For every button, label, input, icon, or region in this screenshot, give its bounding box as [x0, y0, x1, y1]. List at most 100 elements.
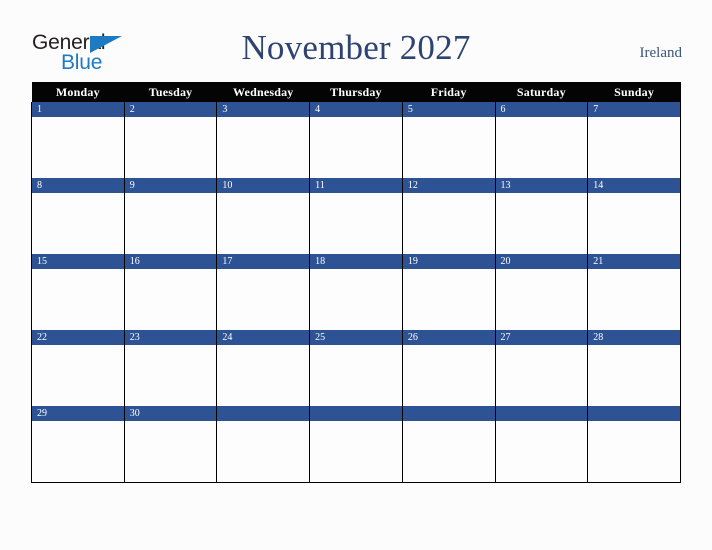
day-cell-body[interactable]	[403, 345, 495, 406]
day-cell[interactable]: 23	[123, 330, 218, 406]
day-cell-body[interactable]	[125, 193, 217, 254]
day-cell-empty	[494, 406, 589, 483]
day-number: 14	[588, 178, 680, 193]
weekday-header-row: Monday Tuesday Wednesday Thursday Friday…	[31, 82, 681, 102]
day-cell[interactable]: 13	[494, 178, 589, 254]
day-cell-body[interactable]	[588, 117, 680, 178]
day-number: 2	[124, 102, 217, 117]
day-cell[interactable]: 20	[494, 254, 589, 330]
day-cell-body	[588, 421, 680, 482]
day-cell-empty	[401, 406, 496, 483]
week-row: 15 16 17 18 19 20 21	[31, 254, 681, 330]
day-number	[310, 406, 402, 421]
day-cell-body[interactable]	[32, 193, 124, 254]
calendar-grid: Monday Tuesday Wednesday Thursday Friday…	[31, 82, 681, 483]
day-cell-body[interactable]	[32, 117, 124, 178]
day-number: 15	[32, 254, 124, 269]
day-cell[interactable]: 25	[309, 330, 403, 406]
day-cell[interactable]: 17	[216, 254, 311, 330]
day-cell-body[interactable]	[32, 269, 124, 330]
day-number: 27	[495, 330, 588, 345]
day-number: 4	[310, 102, 402, 117]
day-cell-body[interactable]	[125, 345, 217, 406]
day-number: 11	[310, 178, 402, 193]
day-cell-body[interactable]	[32, 345, 124, 406]
day-number: 1	[32, 102, 124, 117]
day-cell-body	[217, 421, 309, 482]
page-title: November 2027	[241, 28, 471, 67]
day-cell-body[interactable]	[217, 345, 309, 406]
country-label: Ireland	[639, 45, 682, 61]
day-cell[interactable]: 6	[494, 102, 589, 178]
day-cell[interactable]: 14	[587, 178, 681, 254]
day-cell[interactable]: 26	[401, 330, 496, 406]
day-cell-body	[403, 421, 495, 482]
day-number: 13	[495, 178, 588, 193]
day-cell-body[interactable]	[588, 193, 680, 254]
day-cell-body[interactable]	[403, 117, 495, 178]
day-number: 19	[402, 254, 495, 269]
weekday-header-saturday: Saturday	[495, 82, 588, 102]
day-cell-body[interactable]	[125, 421, 217, 482]
day-cell-body[interactable]	[310, 117, 402, 178]
day-cell[interactable]: 9	[123, 178, 218, 254]
day-cell-body[interactable]	[496, 345, 588, 406]
day-cell[interactable]: 18	[309, 254, 403, 330]
day-cell-body[interactable]	[310, 345, 402, 406]
day-number: 18	[310, 254, 402, 269]
day-cell[interactable]: 3	[216, 102, 311, 178]
day-cell[interactable]: 30	[123, 406, 218, 483]
day-cell-body[interactable]	[32, 421, 124, 482]
day-cell[interactable]: 12	[401, 178, 496, 254]
day-cell-body[interactable]	[496, 269, 588, 330]
day-cell-empty	[309, 406, 403, 483]
day-cell[interactable]: 21	[587, 254, 681, 330]
day-cell-body[interactable]	[217, 117, 309, 178]
day-cell[interactable]: 16	[123, 254, 218, 330]
weekday-header-monday: Monday	[31, 82, 125, 102]
day-cell-body[interactable]	[217, 193, 309, 254]
day-number: 29	[32, 406, 124, 421]
day-cell[interactable]: 22	[31, 330, 125, 406]
day-cell[interactable]: 27	[494, 330, 589, 406]
day-cell-body[interactable]	[588, 345, 680, 406]
week-row: 8 9 10 11 12 13 14	[31, 178, 681, 254]
day-cell-body[interactable]	[310, 193, 402, 254]
day-cell-body[interactable]	[496, 193, 588, 254]
weekday-header-sunday: Sunday	[587, 82, 681, 102]
day-cell-body[interactable]	[496, 117, 588, 178]
day-cell-body[interactable]	[588, 269, 680, 330]
day-cell-body[interactable]	[125, 117, 217, 178]
day-number: 9	[124, 178, 217, 193]
day-number: 17	[217, 254, 310, 269]
day-number	[217, 406, 310, 421]
day-cell[interactable]: 28	[587, 330, 681, 406]
day-cell[interactable]: 5	[401, 102, 496, 178]
day-cell[interactable]: 24	[216, 330, 311, 406]
day-number	[402, 406, 495, 421]
day-cell[interactable]: 4	[309, 102, 403, 178]
day-number: 24	[217, 330, 310, 345]
day-cell[interactable]: 7	[587, 102, 681, 178]
day-number: 30	[124, 406, 217, 421]
day-cell-body[interactable]	[125, 269, 217, 330]
day-cell[interactable]: 11	[309, 178, 403, 254]
day-cell[interactable]: 1	[31, 102, 125, 178]
day-number: 8	[32, 178, 124, 193]
day-cell-body[interactable]	[403, 193, 495, 254]
day-number: 12	[402, 178, 495, 193]
day-number: 25	[310, 330, 402, 345]
day-cell[interactable]: 2	[123, 102, 218, 178]
day-cell-body[interactable]	[403, 269, 495, 330]
day-cell[interactable]: 10	[216, 178, 311, 254]
day-cell-body[interactable]	[217, 269, 309, 330]
day-cell[interactable]: 8	[31, 178, 125, 254]
day-cell-body[interactable]	[310, 269, 402, 330]
day-cell[interactable]: 29	[31, 406, 125, 483]
page-header: General Blue November 2027 Ireland	[0, 0, 712, 80]
day-number	[495, 406, 588, 421]
day-cell[interactable]: 19	[401, 254, 496, 330]
day-cell[interactable]: 15	[31, 254, 125, 330]
day-number	[588, 406, 680, 421]
weekday-header-thursday: Thursday	[309, 82, 403, 102]
